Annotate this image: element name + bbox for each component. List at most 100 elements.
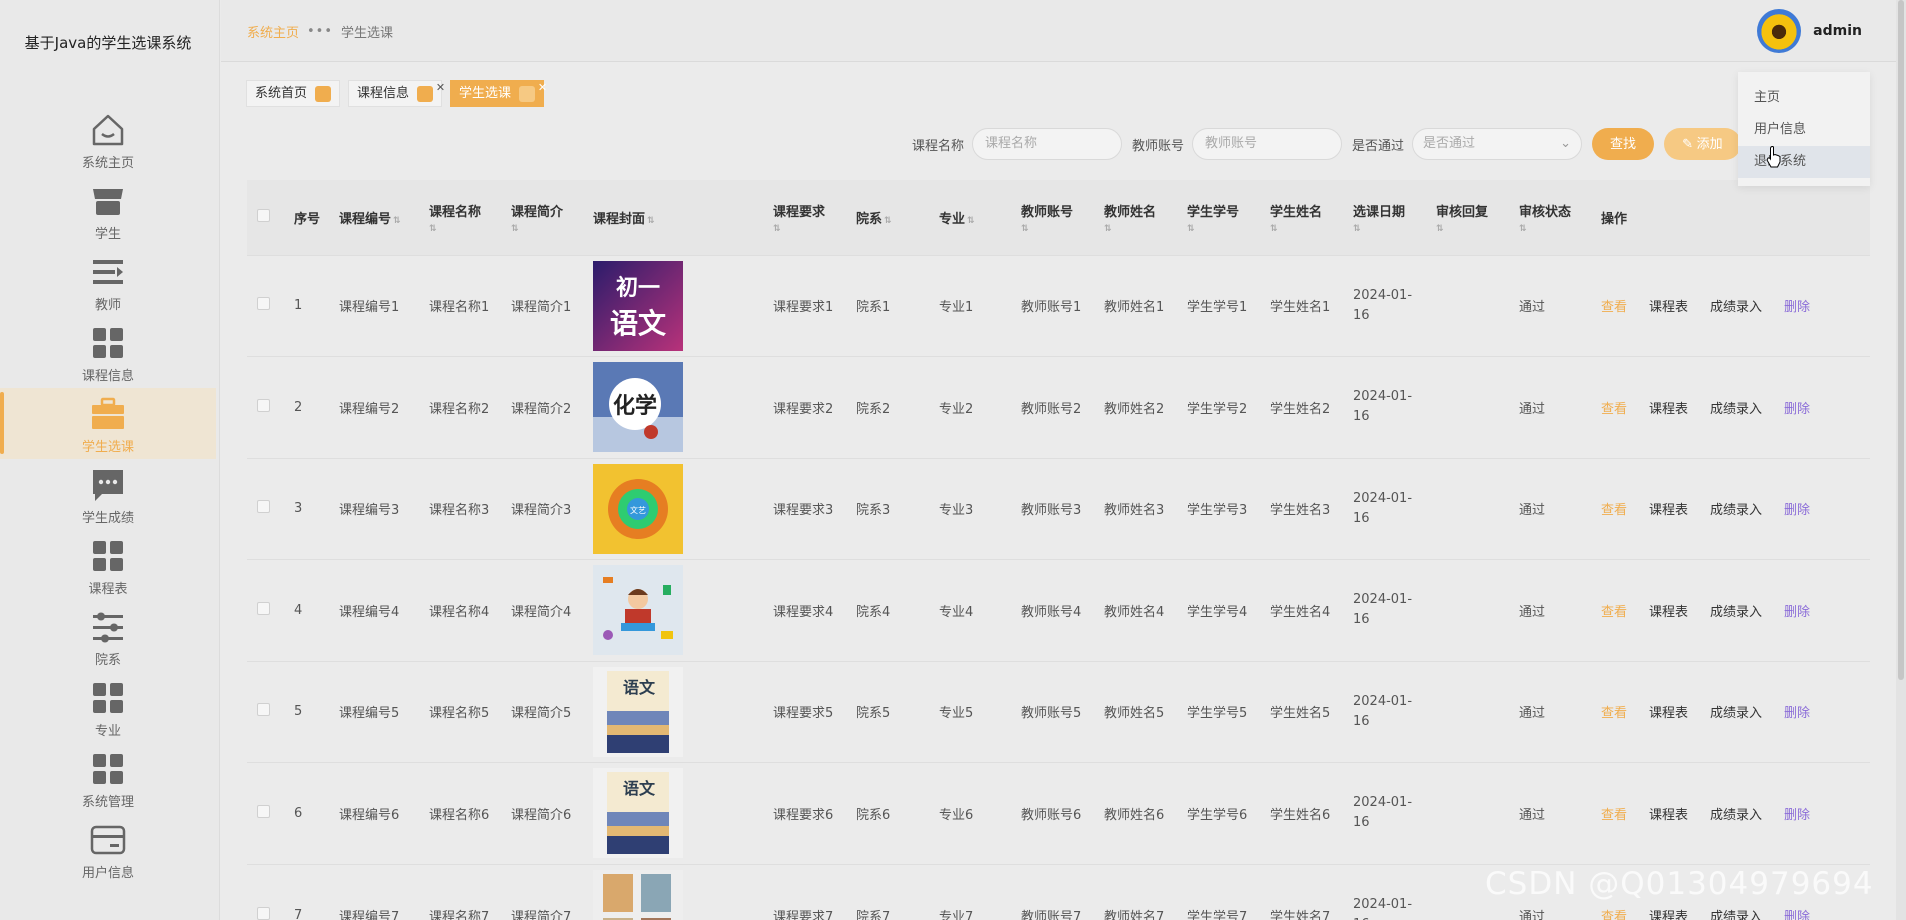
schedule-button[interactable]: 课程表 bbox=[1649, 605, 1688, 620]
menu-item-home[interactable]: 主页 bbox=[1738, 82, 1870, 114]
column-header[interactable]: 课程名称 ⇅ bbox=[427, 180, 509, 255]
sidebar-item-major[interactable]: 专业 bbox=[0, 672, 216, 743]
cell-course-name: 课程名称4 bbox=[429, 604, 490, 620]
row-checkbox[interactable] bbox=[257, 500, 270, 514]
cell-cover-image[interactable]: 语文 bbox=[591, 763, 771, 865]
cell-teacher-account: 教师账号4 bbox=[1021, 604, 1082, 620]
view-button[interactable]: 查看 bbox=[1601, 300, 1627, 315]
breadcrumb-home[interactable]: 系统主页 bbox=[247, 22, 299, 41]
sidebar-item-course-selection[interactable]: 学生选课 bbox=[0, 388, 216, 459]
column-header[interactable]: 院系 ⇅ bbox=[854, 180, 937, 255]
grade-entry-button[interactable]: 成绩录入 bbox=[1710, 402, 1762, 417]
cell-department: 院系7 bbox=[856, 909, 891, 920]
schedule-button[interactable]: 课程表 bbox=[1649, 808, 1688, 823]
grade-entry-button[interactable]: 成绩录入 bbox=[1710, 706, 1762, 721]
cell-teacher-account: 教师账号3 bbox=[1021, 503, 1082, 519]
scrollbar[interactable] bbox=[1896, 0, 1906, 920]
view-button[interactable]: 查看 bbox=[1601, 808, 1627, 823]
approved-select[interactable]: 是否通过 ⌄ bbox=[1412, 128, 1583, 160]
column-header[interactable]: 审核回复 ⇅ bbox=[1434, 180, 1517, 255]
schedule-button[interactable]: 课程表 bbox=[1649, 910, 1688, 920]
scrollbar-thumb[interactable] bbox=[1898, 0, 1904, 680]
pin-icon[interactable] bbox=[417, 86, 434, 102]
delete-row-button[interactable]: 删除 bbox=[1784, 808, 1810, 823]
grade-entry-button[interactable]: 成绩录入 bbox=[1710, 605, 1762, 620]
delete-row-button[interactable]: 删除 bbox=[1784, 402, 1810, 417]
course-name-input[interactable]: 课程名称 bbox=[972, 128, 1123, 160]
search-button[interactable]: 查找 bbox=[1592, 128, 1655, 160]
sidebar-item-home[interactable]: 系统主页 bbox=[0, 104, 216, 175]
view-button[interactable]: 查看 bbox=[1601, 706, 1627, 721]
delete-row-button[interactable]: 删除 bbox=[1784, 605, 1810, 620]
row-checkbox[interactable] bbox=[257, 398, 270, 412]
column-header[interactable]: 课程要求 ⇅ bbox=[771, 180, 854, 255]
row-checkbox[interactable] bbox=[257, 703, 270, 717]
svg-text:初一: 初一 bbox=[616, 275, 660, 301]
sidebar-item-timetable[interactable]: 课程表 bbox=[0, 530, 216, 601]
user-menu[interactable]: admin bbox=[1757, 9, 1862, 53]
select-all-checkbox[interactable] bbox=[257, 208, 270, 222]
row-checkbox[interactable] bbox=[257, 906, 270, 920]
pin-icon[interactable] bbox=[519, 86, 536, 102]
cell-actions: 查看 课程表 成绩录入 删除 bbox=[1599, 560, 1870, 662]
view-button[interactable]: 查看 bbox=[1601, 910, 1627, 920]
menu-item-logout[interactable]: 退出系统 bbox=[1738, 146, 1870, 178]
delete-row-button[interactable]: 删除 bbox=[1784, 503, 1810, 518]
sidebar-item-course-info[interactable]: 课程信息 bbox=[0, 317, 216, 388]
avatar[interactable] bbox=[1757, 9, 1802, 53]
sidebar-item-user-info[interactable]: 用户信息 bbox=[0, 814, 216, 885]
column-header[interactable]: 选课日期 ⇅ bbox=[1351, 180, 1434, 255]
sidebar-item-department[interactable]: 院系 bbox=[0, 601, 216, 672]
grade-entry-button[interactable]: 成绩录入 bbox=[1710, 503, 1762, 518]
cell-review-status: 通过 bbox=[1519, 604, 1546, 620]
cell-course-intro: 课程简介5 bbox=[511, 706, 572, 722]
username[interactable]: admin bbox=[1813, 23, 1862, 39]
cell-cover-image[interactable] bbox=[591, 864, 771, 920]
add-button[interactable]: ✎ 添加 bbox=[1664, 128, 1741, 160]
column-header[interactable]: 专业 ⇅ bbox=[937, 180, 1019, 255]
schedule-button[interactable]: 课程表 bbox=[1649, 706, 1688, 721]
grade-entry-button[interactable]: 成绩录入 bbox=[1710, 808, 1762, 823]
teacher-account-input[interactable]: 教师账号 bbox=[1192, 128, 1343, 160]
cell-course-requirement: 课程要求4 bbox=[773, 604, 834, 620]
cell-cover-image[interactable]: 化学 bbox=[591, 357, 771, 459]
delete-row-button[interactable]: 删除 bbox=[1784, 910, 1810, 920]
view-button[interactable]: 查看 bbox=[1601, 605, 1627, 620]
cell-cover-image[interactable]: 文艺 bbox=[591, 458, 771, 560]
delete-row-button[interactable]: 删除 bbox=[1784, 300, 1810, 315]
close-icon[interactable]: ✕ bbox=[436, 75, 445, 100]
cell-actions: 查看 课程表 成绩录入 删除 bbox=[1599, 661, 1870, 763]
column-header[interactable]: 教师账号 ⇅ bbox=[1019, 180, 1102, 255]
schedule-button[interactable]: 课程表 bbox=[1649, 402, 1688, 417]
cell-cover-image[interactable]: 语文 bbox=[591, 661, 771, 763]
row-checkbox[interactable] bbox=[257, 297, 270, 311]
close-icon[interactable]: ✕ bbox=[538, 75, 547, 100]
column-header[interactable]: 审核状态 ⇅ bbox=[1517, 180, 1599, 255]
row-checkbox[interactable] bbox=[257, 804, 270, 818]
delete-row-button[interactable]: 删除 bbox=[1784, 706, 1810, 721]
grade-entry-button[interactable]: 成绩录入 bbox=[1710, 300, 1762, 315]
sidebar-item-grades[interactable]: 学生成绩 bbox=[0, 459, 216, 530]
column-header[interactable]: 课程封面 ⇅ bbox=[591, 180, 771, 255]
schedule-button[interactable]: 课程表 bbox=[1649, 300, 1688, 315]
column-header[interactable]: 学生学号 ⇅ bbox=[1185, 180, 1268, 255]
schedule-button[interactable]: 课程表 bbox=[1649, 503, 1688, 518]
tab-course-info[interactable]: 课程信息 ✕ bbox=[348, 80, 445, 107]
row-checkbox[interactable] bbox=[257, 601, 270, 615]
column-header[interactable]: 课程编号 ⇅ bbox=[337, 180, 427, 255]
sidebar-item-teacher[interactable]: 教师 bbox=[0, 246, 216, 317]
grade-entry-button[interactable]: 成绩录入 bbox=[1710, 910, 1762, 920]
tab-course-selection[interactable]: 学生选课 ✕ bbox=[450, 80, 547, 107]
column-header[interactable]: 学生姓名 ⇅ bbox=[1268, 180, 1351, 255]
column-header[interactable]: 课程简介 ⇅ bbox=[509, 180, 591, 255]
menu-item-user-info[interactable]: 用户信息 bbox=[1738, 114, 1870, 146]
sidebar-item-student[interactable]: 学生 bbox=[0, 175, 216, 246]
view-button[interactable]: 查看 bbox=[1601, 503, 1627, 518]
cell-cover-image[interactable] bbox=[591, 560, 771, 662]
tab-home[interactable]: 系统首页 bbox=[246, 80, 341, 107]
pin-icon[interactable] bbox=[315, 86, 332, 102]
view-button[interactable]: 查看 bbox=[1601, 402, 1627, 417]
column-header[interactable]: 教师姓名 ⇅ bbox=[1102, 180, 1185, 255]
cell-cover-image[interactable]: 初一 语文 bbox=[591, 255, 771, 357]
sidebar-item-system[interactable]: 系统管理 bbox=[0, 743, 216, 814]
